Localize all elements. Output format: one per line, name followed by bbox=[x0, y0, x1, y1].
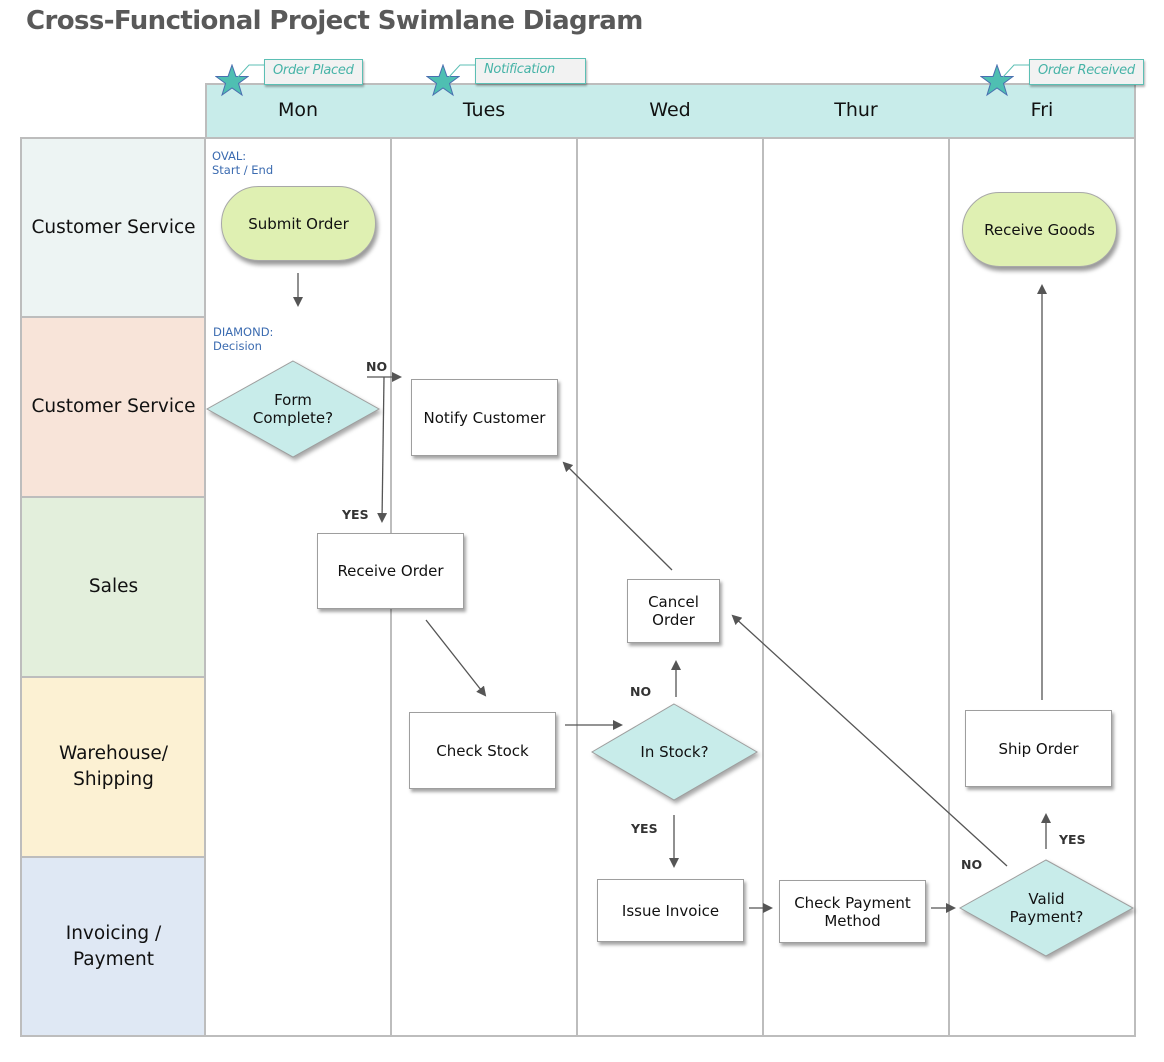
day-header-tues: Tues bbox=[462, 99, 506, 121]
day-header-fri: Fri bbox=[1030, 99, 1054, 121]
lane-label-text: Invoicing / Payment bbox=[65, 922, 162, 970]
lane-label-invoicing-payment: Invoicing / Payment bbox=[22, 858, 205, 1035]
callout-leader bbox=[448, 64, 477, 78]
node-ship-order[interactable]: Ship Order bbox=[965, 710, 1112, 787]
flag-payment-no: NO bbox=[961, 857, 983, 872]
milestone-order-placed: Order Placed bbox=[264, 59, 363, 85]
node-issue-invoice[interactable]: Issue Invoice bbox=[597, 879, 744, 942]
day-header-mon: Mon bbox=[277, 99, 319, 121]
column-divider bbox=[762, 137, 764, 1037]
lane-label-customer-service-2: Customer Service bbox=[22, 318, 205, 498]
flag-stock-yes: YES bbox=[631, 821, 658, 836]
node-label: Form Complete? bbox=[252, 391, 334, 427]
lane-label-text: Sales bbox=[88, 576, 139, 597]
lane-label-text: Customer Service bbox=[31, 216, 196, 238]
node-cancel-order[interactable]: Cancel Order bbox=[627, 579, 720, 643]
flag-form-yes: YES bbox=[342, 507, 369, 522]
column-divider bbox=[576, 137, 578, 1037]
lane-label-warehouse-shipping: Warehouse/ Shipping bbox=[22, 678, 205, 858]
node-submit-order[interactable]: Submit Order bbox=[221, 186, 376, 261]
node-valid-payment[interactable]: Valid Payment? bbox=[958, 859, 1135, 957]
node-notify-customer[interactable]: Notify Customer bbox=[411, 379, 558, 456]
flag-form-no: NO bbox=[366, 359, 388, 374]
day-header-wed: Wed bbox=[649, 99, 691, 121]
lane-label-text: Warehouse/ Shipping bbox=[58, 743, 169, 790]
node-label: Valid Payment? bbox=[1009, 890, 1084, 926]
lane-label-sales: Sales bbox=[22, 498, 205, 678]
legend-note-diamond: DIAMOND: Decision bbox=[213, 325, 274, 353]
flag-stock-no: NO bbox=[630, 684, 652, 699]
lane-label-customer-service-1: Customer Service bbox=[22, 139, 205, 318]
day-header-thur: Thur bbox=[834, 99, 878, 121]
node-receive-goods[interactable]: Receive Goods bbox=[962, 192, 1117, 267]
callout-leader bbox=[237, 64, 266, 78]
node-label: In Stock? bbox=[640, 743, 709, 761]
milestone-order-received: Order Received bbox=[1029, 59, 1144, 85]
lane-label-text: Customer Service bbox=[31, 396, 196, 417]
milestone-notification: Notification bbox=[475, 58, 586, 84]
column-divider bbox=[948, 137, 950, 1037]
page-title: Cross-Functional Project Swimlane Diagra… bbox=[26, 6, 643, 36]
node-form-complete[interactable]: Form Complete? bbox=[205, 360, 381, 458]
lane-label-divider bbox=[204, 137, 206, 1037]
node-check-stock[interactable]: Check Stock bbox=[409, 712, 556, 789]
flag-payment-yes: YES bbox=[1059, 832, 1086, 847]
node-in-stock[interactable]: In Stock? bbox=[591, 703, 758, 801]
node-check-payment-method[interactable]: Check Payment Method bbox=[779, 880, 926, 943]
callout-leader bbox=[1002, 64, 1031, 78]
legend-note-oval: OVAL: Start / End bbox=[212, 149, 274, 177]
node-receive-order[interactable]: Receive Order bbox=[317, 533, 464, 609]
